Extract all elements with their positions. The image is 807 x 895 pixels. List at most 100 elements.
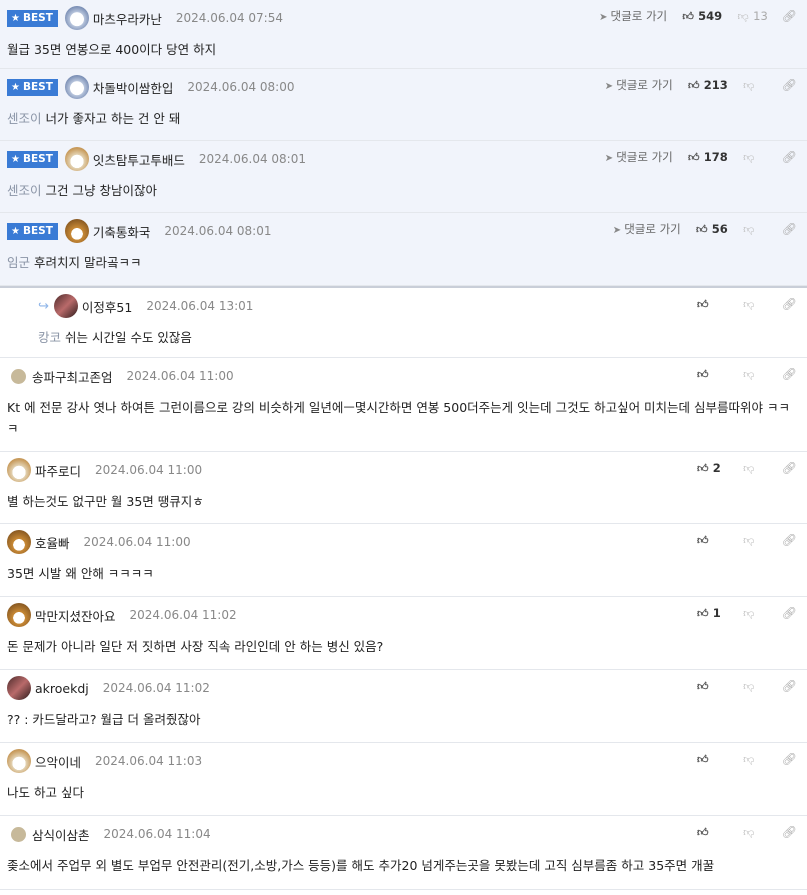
mention[interactable]: 센조이 bbox=[7, 111, 42, 126]
avatar[interactable] bbox=[7, 530, 31, 554]
mention[interactable]: 센조이 bbox=[7, 183, 42, 198]
comment-header: akroekdj 2024.06.04 11:02 bbox=[7, 676, 210, 700]
comment-actions: 👍︎ 👎︎ 🔗︎ bbox=[696, 677, 797, 695]
comment: 호율빠 2024.06.04 11:00 👍︎ 👎︎ 🔗︎ 35면 시발 왜 안해 ㅋㅋㅋ… bbox=[0, 524, 807, 597]
link-icon[interactable]: 🔗︎ bbox=[782, 752, 797, 766]
comment: 삼식이삼촌 2024.06.04 11:04 👍︎ 👎︎ 🔗︎ 좆소에서 주업무 외 별도… bbox=[0, 816, 807, 890]
nickname[interactable]: 송파구최고존엄 bbox=[32, 367, 113, 386]
nickname[interactable]: 이정후51 bbox=[82, 297, 132, 316]
avatar[interactable] bbox=[64, 6, 89, 30]
nickname[interactable]: 파주로디 bbox=[35, 461, 81, 480]
nickname[interactable]: 삼식이삼촌 bbox=[32, 825, 90, 844]
dislike-button[interactable]: 👎︎ 13 bbox=[736, 9, 768, 23]
comment-body: 센조이 너가 좋자고 하는 건 안 돼 bbox=[7, 108, 795, 129]
thumbs-down-icon: 👎︎ bbox=[743, 150, 755, 164]
like-count: 213 bbox=[703, 78, 728, 92]
nickname[interactable]: 호율빠 bbox=[35, 533, 70, 552]
avatar[interactable] bbox=[7, 458, 31, 482]
comment-text: ?? : 카드달라고? 월급 더 올려줬잖아 bbox=[7, 712, 201, 727]
link-icon[interactable]: 🔗︎ bbox=[782, 9, 797, 23]
link-icon[interactable]: 🔗︎ bbox=[782, 461, 797, 475]
avatar[interactable] bbox=[7, 676, 31, 700]
like-button[interactable]: 👍︎ 1 bbox=[696, 606, 728, 620]
dislike-button[interactable]: 👎︎ bbox=[742, 826, 768, 839]
link-icon[interactable]: 🔗︎ bbox=[782, 367, 797, 381]
link-icon[interactable]: 🔗︎ bbox=[782, 297, 797, 311]
like-button[interactable]: 👍︎ 213 bbox=[687, 78, 728, 92]
avatar[interactable] bbox=[7, 603, 31, 627]
goto-comment-link[interactable]: ➤ 댓글로 가기 bbox=[605, 77, 673, 93]
paper-plane-icon: ➤ bbox=[604, 153, 614, 164]
avatar[interactable] bbox=[64, 219, 89, 243]
goto-comment-link[interactable]: ➤ 댓글로 가기 bbox=[613, 221, 681, 237]
nickname[interactable]: 막만지셨잔아요 bbox=[35, 606, 116, 625]
dislike-button[interactable]: 👎︎ bbox=[742, 534, 768, 547]
dislike-button[interactable]: 👎︎ bbox=[742, 462, 768, 475]
link-icon[interactable]: 🔗︎ bbox=[782, 533, 797, 547]
nickname[interactable]: 으악이네 bbox=[35, 752, 81, 771]
dislike-button[interactable]: 👎︎ bbox=[742, 151, 768, 164]
like-button[interactable]: 👍︎ bbox=[696, 298, 728, 311]
link-icon[interactable]: 🔗︎ bbox=[782, 222, 797, 236]
comment-header: 삼식이삼촌 2024.06.04 11:04 bbox=[7, 824, 211, 844]
link-icon[interactable]: 🔗︎ bbox=[782, 78, 797, 92]
avatar[interactable] bbox=[11, 368, 26, 384]
thumbs-up-icon: 👍︎ bbox=[697, 752, 709, 766]
like-count: 549 bbox=[698, 9, 723, 23]
goto-comment-label: 댓글로 가기 bbox=[624, 222, 681, 236]
nickname[interactable]: 마츠우라카난 bbox=[93, 9, 162, 28]
like-button[interactable]: 👍︎ bbox=[696, 826, 728, 839]
like-button[interactable]: 👍︎ 2 bbox=[696, 461, 728, 475]
link-icon[interactable]: 🔗︎ bbox=[782, 825, 797, 839]
timestamp: 2024.06.04 07:54 bbox=[175, 11, 283, 25]
thumbs-down-icon: 👎︎ bbox=[743, 367, 755, 381]
dislike-button[interactable]: 👎︎ bbox=[742, 368, 768, 381]
thumbs-down-icon: 👎︎ bbox=[737, 9, 749, 23]
star-icon: ★ bbox=[11, 153, 20, 165]
like-button[interactable]: 👍︎ 178 bbox=[687, 150, 728, 164]
link-icon[interactable]: 🔗︎ bbox=[782, 679, 797, 693]
like-button[interactable]: 👍︎ bbox=[696, 368, 728, 381]
comment-body: 센조이 그건 그냥 창남이잖아 bbox=[7, 180, 795, 201]
comment-text: 35면 시발 왜 안해 ㅋㅋㅋㅋ bbox=[7, 566, 154, 581]
comment-header: 막만지셨잔아요 2024.06.04 11:02 bbox=[7, 603, 237, 627]
nickname[interactable]: akroekdj bbox=[35, 681, 89, 696]
like-button[interactable]: 👍︎ bbox=[696, 753, 728, 766]
avatar[interactable] bbox=[53, 294, 78, 318]
link-icon[interactable]: 🔗︎ bbox=[782, 606, 797, 620]
thumbs-down-icon: 👎︎ bbox=[743, 78, 755, 92]
avatar[interactable] bbox=[64, 75, 89, 99]
avatar[interactable] bbox=[11, 826, 26, 842]
like-button[interactable]: 👍︎ bbox=[696, 680, 728, 693]
avatar[interactable] bbox=[64, 147, 89, 171]
dislike-button[interactable]: 👎︎ bbox=[742, 298, 768, 311]
timestamp: 2024.06.04 11:00 bbox=[95, 463, 203, 477]
timestamp: 2024.06.04 11:03 bbox=[95, 754, 203, 768]
comment-actions: 👍︎ 👎︎ 🔗︎ bbox=[696, 750, 797, 768]
dislike-button[interactable]: 👎︎ bbox=[742, 753, 768, 766]
comment-body: Kt 에 전문 강사 엿나 하여튼 그런이름으로 강의 비슷하게 일년에ㅡ몇시간… bbox=[7, 397, 795, 439]
like-button[interactable]: 👍︎ 549 bbox=[681, 9, 722, 23]
comment: 송파구최고존엄 2024.06.04 11:00 👍︎ 👎︎ 🔗︎ Kt 에 전문 강사 … bbox=[0, 358, 807, 452]
mention[interactable]: 캉코 bbox=[38, 330, 61, 345]
nickname[interactable]: 차돌박이쌈한입 bbox=[93, 78, 174, 97]
goto-comment-link[interactable]: ➤ 댓글로 가기 bbox=[599, 8, 667, 24]
thumbs-up-icon: 👍︎ bbox=[697, 367, 709, 381]
comment: 으악이네 2024.06.04 11:03 👍︎ 👎︎ 🔗︎ 나도 하고 싶다 bbox=[0, 743, 807, 816]
dislike-button[interactable]: 👎︎ bbox=[742, 223, 768, 236]
link-icon[interactable]: 🔗︎ bbox=[782, 150, 797, 164]
avatar[interactable] bbox=[7, 749, 31, 773]
dislike-button[interactable]: 👎︎ bbox=[742, 680, 768, 693]
like-button[interactable]: 👍︎ bbox=[696, 534, 728, 547]
comment: 파주로디 2024.06.04 11:00 👍︎ 2 👎︎ 🔗︎ 별 하는것도 없구만 월 … bbox=[0, 452, 807, 524]
comment-header: 으악이네 2024.06.04 11:03 bbox=[7, 749, 203, 773]
like-button[interactable]: 👍︎ 56 bbox=[695, 222, 728, 236]
nickname[interactable]: 잇츠탐투고투배드 bbox=[93, 150, 185, 169]
dislike-button[interactable]: 👎︎ bbox=[742, 79, 768, 92]
comment-text: 너가 좋자고 하는 건 안 돼 bbox=[45, 111, 181, 126]
timestamp: 2024.06.04 11:00 bbox=[83, 535, 191, 549]
dislike-button[interactable]: 👎︎ bbox=[742, 607, 768, 620]
mention[interactable]: 임군 bbox=[7, 255, 30, 270]
nickname[interactable]: 기축통화국 bbox=[93, 222, 151, 241]
goto-comment-link[interactable]: ➤ 댓글로 가기 bbox=[605, 149, 673, 165]
